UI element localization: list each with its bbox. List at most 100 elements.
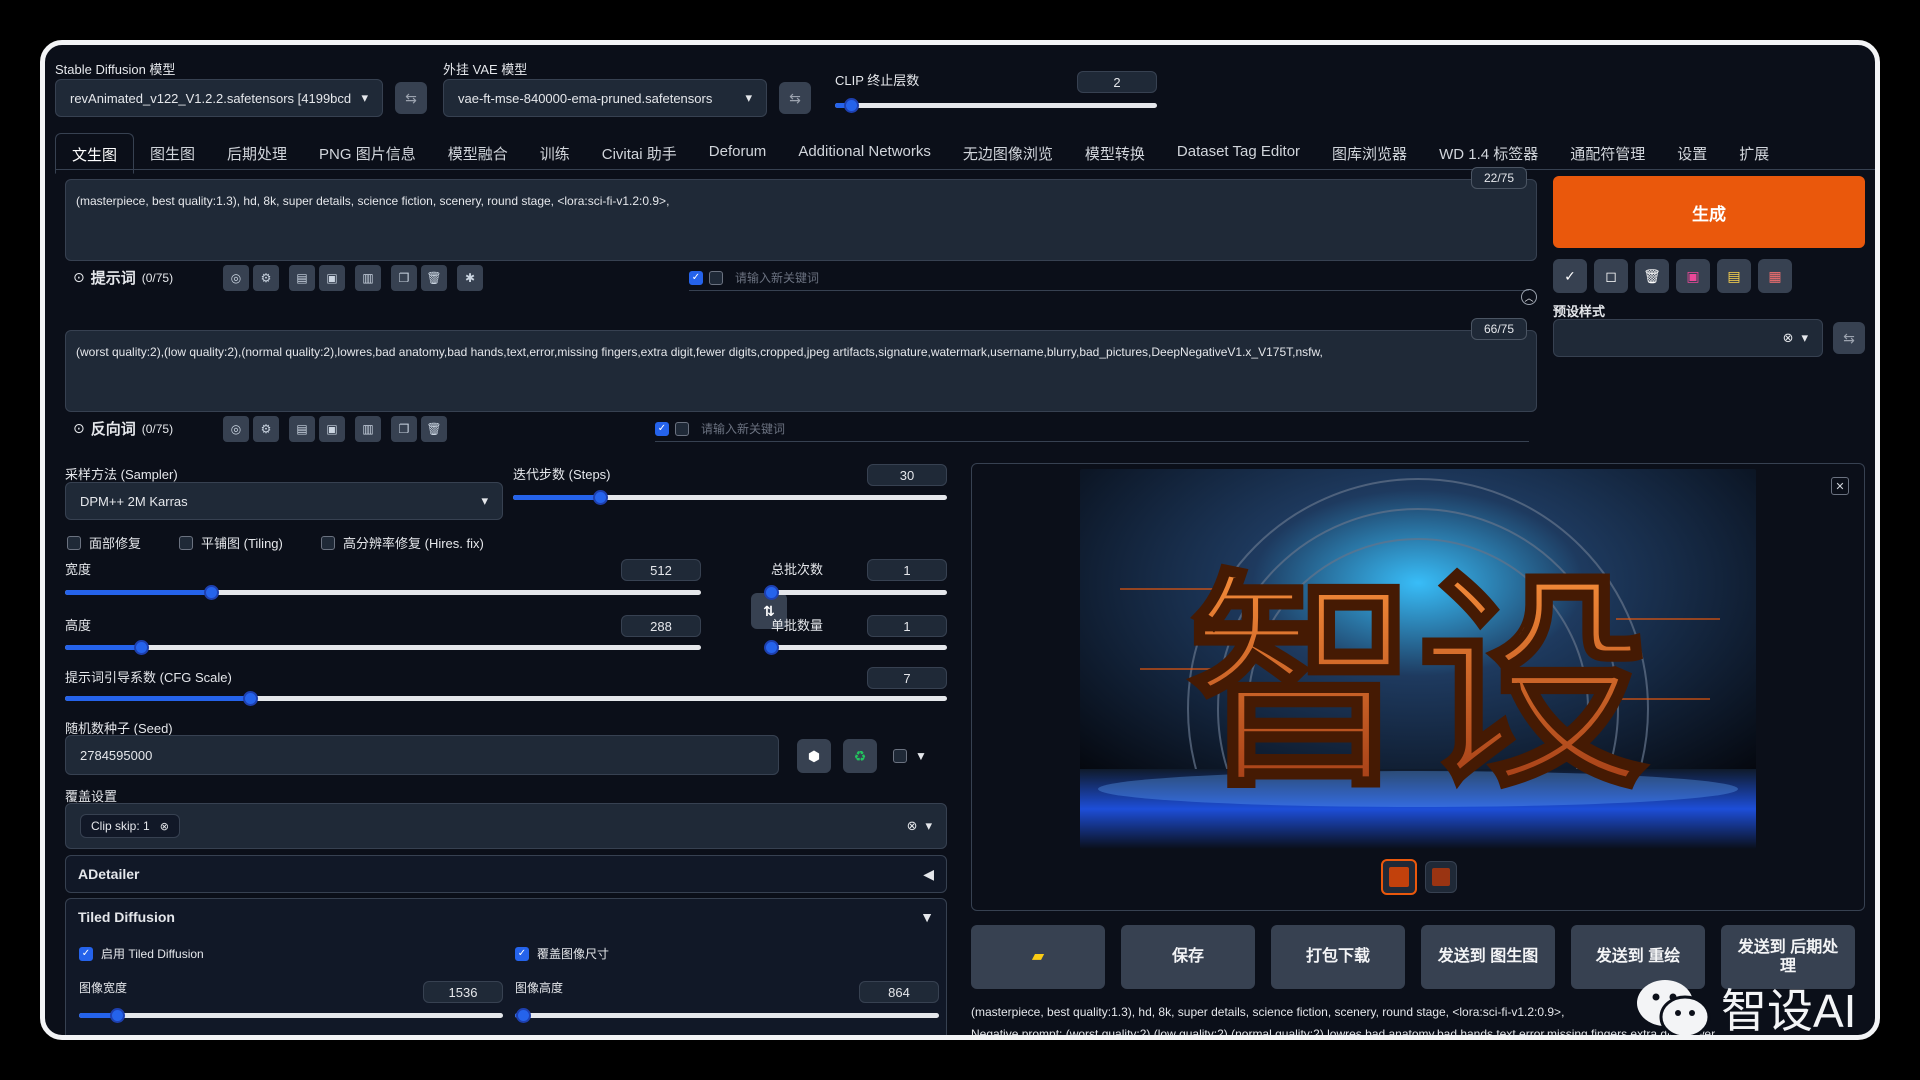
tiled-width-slider[interactable]: [79, 1008, 503, 1023]
random-seed-button[interactable]: ⬢: [797, 739, 831, 773]
generated-image[interactable]: 智设: [1080, 469, 1756, 849]
copy-icon[interactable]: ❐: [391, 265, 417, 291]
steps-value[interactable]: 30: [867, 464, 947, 486]
batch-size-value[interactable]: 1: [867, 615, 947, 637]
tab-image-browser[interactable]: 无边图像浏览: [947, 133, 1069, 174]
send-to-img2img-button[interactable]: 发送到 图生图: [1421, 925, 1555, 989]
negative-section-header[interactable]: ⊙ 反向词 (0/75): [73, 418, 173, 439]
copy-icon[interactable]: ❐: [391, 416, 417, 442]
seed-input[interactable]: 2784595000: [65, 735, 779, 775]
square-icon[interactable]: ◻: [1594, 259, 1628, 293]
import-icon[interactable]: ▤: [289, 265, 315, 291]
image-icon[interactable]: ▣: [1676, 259, 1710, 293]
download-zip-button[interactable]: 打包下载: [1271, 925, 1405, 989]
tiling-checkbox[interactable]: [179, 535, 193, 550]
styles-select[interactable]: ⊗ ▾: [1553, 319, 1823, 357]
thumbnail-2[interactable]: [1425, 861, 1457, 893]
bookmark-icon[interactable]: ▣: [319, 416, 345, 442]
reuse-seed-button[interactable]: ♻: [843, 739, 877, 773]
hires-checkbox[interactable]: [321, 535, 335, 550]
tab-gallery[interactable]: 图库浏览器: [1316, 133, 1423, 174]
globe-icon[interactable]: ◎: [223, 265, 249, 291]
tab-model-convert[interactable]: 模型转换: [1069, 133, 1161, 174]
face-restore-option[interactable]: 面部修复: [67, 533, 141, 552]
translate-icon[interactable]: ▥: [355, 265, 381, 291]
tab-civitai[interactable]: Civitai 助手: [586, 133, 693, 174]
enable-tiled-option[interactable]: ✓ 启用 Tiled Diffusion: [79, 945, 204, 962]
open-folder-button[interactable]: ▰: [971, 925, 1105, 989]
height-slider[interactable]: [65, 640, 701, 655]
overwrite-size-option[interactable]: ✓ 覆盖图像尺寸: [515, 945, 609, 962]
tab-png-info[interactable]: PNG 图片信息: [303, 133, 432, 174]
tiled-height-slider[interactable]: [515, 1008, 939, 1023]
extra-seed-toggle[interactable]: ▼: [893, 749, 927, 763]
hires-option[interactable]: 高分辨率修复 (Hires. fix): [321, 533, 484, 552]
globe-icon[interactable]: ◎: [223, 416, 249, 442]
negative-textarea[interactable]: (worst quality:2),(low quality:2),(norma…: [65, 330, 1537, 412]
translate-icon[interactable]: ▥: [355, 416, 381, 442]
enable-tiled-checkbox[interactable]: ✓: [79, 946, 93, 961]
extra-seed-checkbox[interactable]: [893, 749, 907, 763]
save-button[interactable]: 保存: [1121, 925, 1255, 989]
save-icon[interactable]: ▦: [1758, 259, 1792, 293]
tab-train[interactable]: 训练: [524, 133, 586, 174]
gear-icon[interactable]: ⚙: [253, 416, 279, 442]
batch-count-value[interactable]: 1: [867, 559, 947, 581]
close-icon[interactable]: ⊗: [1783, 330, 1794, 346]
height-value[interactable]: 288: [621, 615, 701, 637]
clipboard-icon[interactable]: ▤: [1717, 259, 1751, 293]
tab-deforum[interactable]: Deforum: [693, 133, 783, 174]
tiled-width-value[interactable]: 1536: [423, 981, 503, 1003]
sampler-select[interactable]: DPM++ 2M Karras ▾: [65, 482, 503, 520]
face-restore-checkbox[interactable]: [67, 535, 81, 550]
keyword-checkbox[interactable]: ✓: [655, 421, 669, 436]
tiled-diffusion-header[interactable]: Tiled Diffusion ▼: [66, 899, 946, 935]
tab-merge[interactable]: 模型融合: [432, 133, 524, 174]
trash-icon[interactable]: 🗑: [421, 416, 447, 442]
import-icon[interactable]: ▤: [289, 416, 315, 442]
keyword-toggle[interactable]: [675, 421, 689, 436]
refresh-model-button[interactable]: ⇆: [395, 82, 427, 114]
width-slider[interactable]: [65, 585, 701, 600]
negative-keyword-input[interactable]: ✓ 请输入新关键词: [655, 416, 1529, 442]
trash-icon[interactable]: 🗑: [1635, 259, 1669, 293]
refresh-vae-button[interactable]: ⇆: [779, 82, 811, 114]
bookmark-icon[interactable]: ▣: [319, 265, 345, 291]
keyword-checkbox[interactable]: ✓: [689, 270, 703, 285]
batch-size-slider[interactable]: [764, 640, 947, 655]
gear-icon[interactable]: ⚙: [253, 265, 279, 291]
tab-txt2img[interactable]: 文生图: [55, 133, 135, 174]
generate-button[interactable]: 生成: [1553, 176, 1865, 248]
thumbnail-1[interactable]: [1381, 859, 1417, 895]
prompt-keyword-input[interactable]: ✓ 请输入新关键词: [689, 265, 1529, 291]
close-icon[interactable]: ⊗: [907, 818, 918, 834]
check-icon[interactable]: ✓: [1553, 259, 1587, 293]
tiled-height-value[interactable]: 864: [859, 981, 939, 1003]
cfg-slider[interactable]: [65, 691, 947, 706]
tiling-option[interactable]: 平铺图 (Tiling): [179, 533, 283, 552]
close-icon[interactable]: ⊗: [160, 820, 169, 833]
override-select[interactable]: Clip skip: 1 ⊗ ⊗ ▾: [65, 803, 947, 849]
overwrite-size-checkbox[interactable]: ✓: [515, 946, 529, 961]
width-value[interactable]: 512: [621, 559, 701, 581]
close-preview-button[interactable]: ✕: [1831, 477, 1849, 495]
model-select[interactable]: revAnimated_v122_V1.2.2.safetensors [419…: [55, 79, 383, 117]
collapse-up-icon[interactable]: ︿: [1521, 289, 1537, 305]
settings-icon[interactable]: ✱: [457, 265, 483, 291]
tab-img2img[interactable]: 图生图: [134, 133, 211, 174]
tab-additional-networks[interactable]: Additional Networks: [782, 133, 947, 174]
tab-settings[interactable]: 设置: [1661, 133, 1723, 174]
clip-slider[interactable]: [835, 98, 1157, 113]
vae-select[interactable]: vae-ft-mse-840000-ema-pruned.safetensors…: [443, 79, 767, 117]
batch-count-slider[interactable]: [764, 585, 947, 600]
adetailer-accordion[interactable]: ADetailer ◀: [65, 855, 947, 893]
trash-icon[interactable]: 🗑: [421, 265, 447, 291]
steps-slider[interactable]: [513, 490, 947, 505]
tab-dataset-tag-editor[interactable]: Dataset Tag Editor: [1161, 133, 1316, 174]
tab-extensions[interactable]: 扩展: [1723, 133, 1785, 174]
prompt-section-header[interactable]: ⊙ 提示词 (0/75): [73, 267, 173, 288]
clip-value[interactable]: 2: [1077, 71, 1157, 93]
tab-wildcards[interactable]: 通配符管理: [1554, 133, 1661, 174]
cfg-value[interactable]: 7: [867, 667, 947, 689]
tab-extras[interactable]: 后期处理: [211, 133, 303, 174]
